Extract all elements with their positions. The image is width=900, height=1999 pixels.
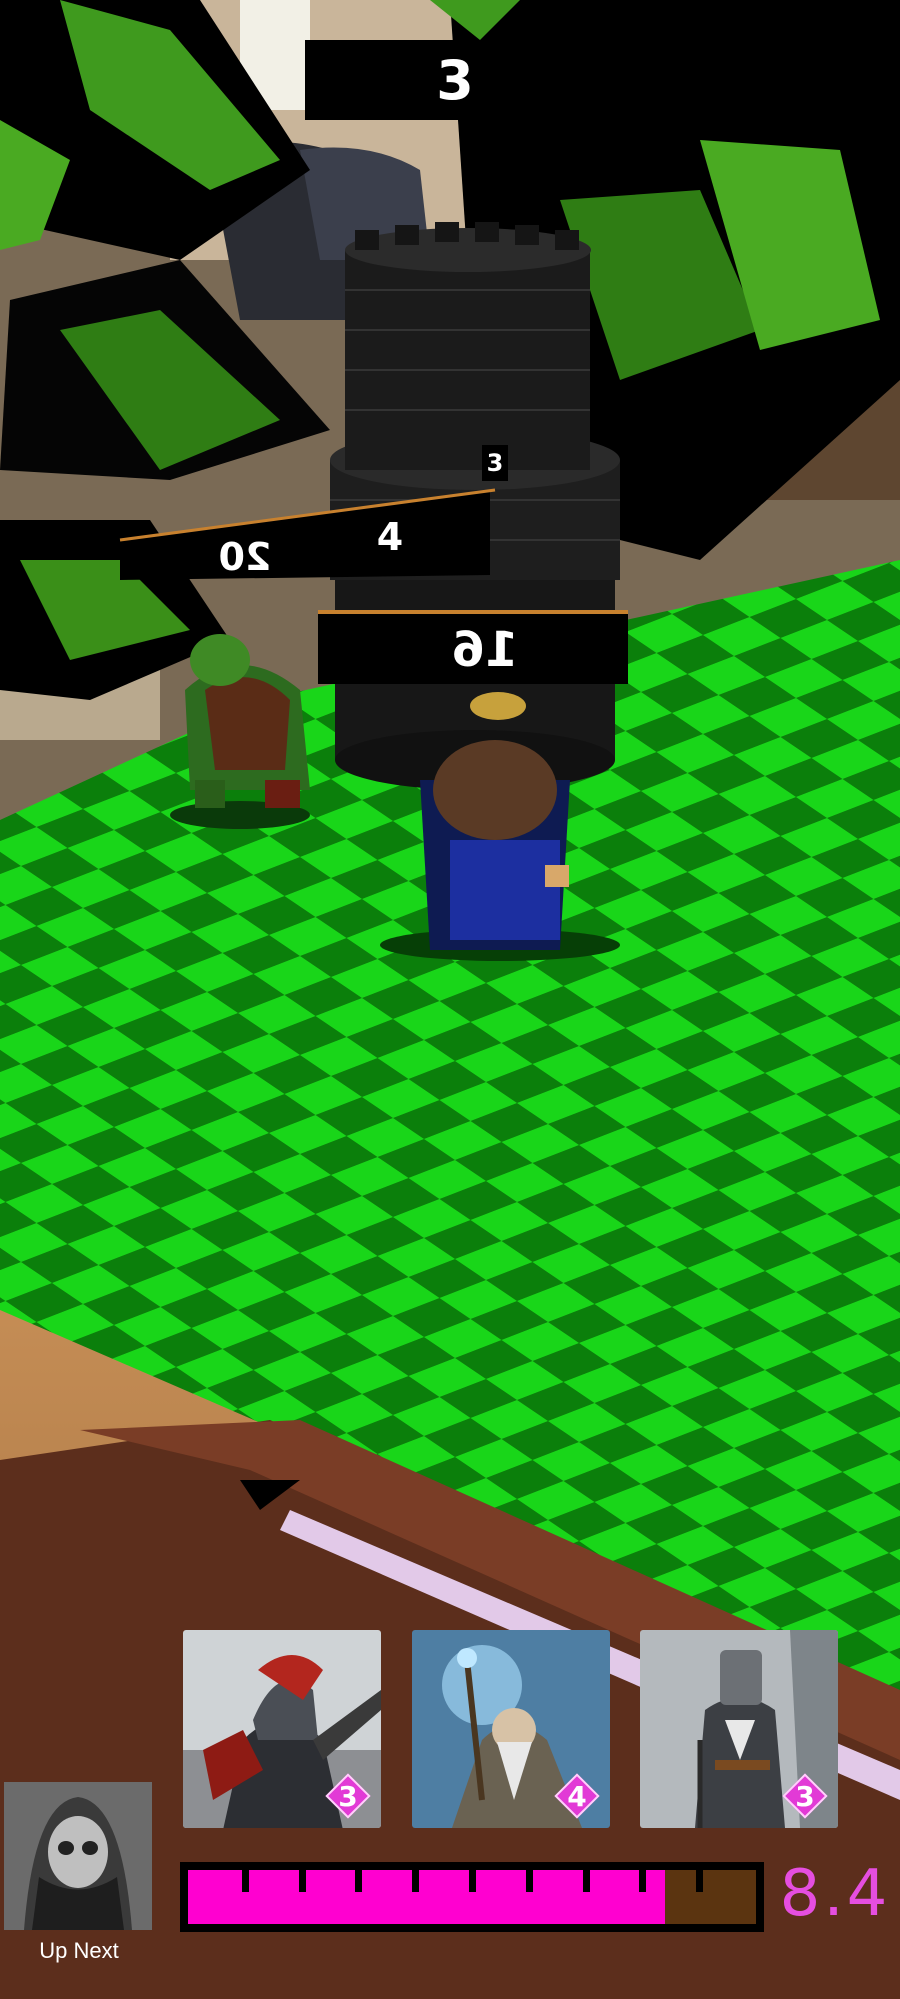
rogue-portrait — [4, 1782, 152, 1930]
mana-tick — [241, 1870, 249, 1892]
mana-tick — [298, 1870, 306, 1892]
tower-level-label: 4 — [376, 515, 404, 559]
tower-health-label: 16 — [451, 622, 519, 678]
mana-bar-empty — [665, 1870, 756, 1924]
wizard-cost-value: 4 — [567, 1779, 587, 1813]
mana-tick — [639, 1870, 647, 1892]
wizard-cost: 4 — [554, 1773, 600, 1819]
mana-tick — [412, 1870, 420, 1892]
card-knight[interactable]: 3 — [640, 1630, 838, 1828]
mana-tick — [696, 1870, 704, 1892]
top-number-label: 3 — [436, 48, 474, 112]
archer-cost: 3 — [325, 1773, 371, 1819]
up-next-card — [4, 1782, 152, 1930]
mana-bar — [180, 1862, 764, 1932]
ogre-health-label: 20 — [218, 535, 272, 579]
knight-cost: 3 — [782, 1773, 828, 1819]
mana-bar-fill — [188, 1870, 666, 1924]
mana-tick — [469, 1870, 476, 1892]
mana-tick — [525, 1870, 533, 1892]
mana-tick — [582, 1870, 590, 1892]
archer-cost-value: 3 — [338, 1779, 358, 1813]
tower-small-number-label: 3 — [482, 445, 508, 481]
mana-tick — [355, 1870, 363, 1892]
knight-cost-value: 3 — [795, 1779, 815, 1813]
card-archer[interactable]: 3 — [183, 1630, 381, 1828]
mana-value: 8.4 — [779, 1857, 891, 1931]
card-wizard[interactable]: 4 — [412, 1630, 610, 1828]
up-next-label: Up Next — [39, 1938, 119, 1963]
